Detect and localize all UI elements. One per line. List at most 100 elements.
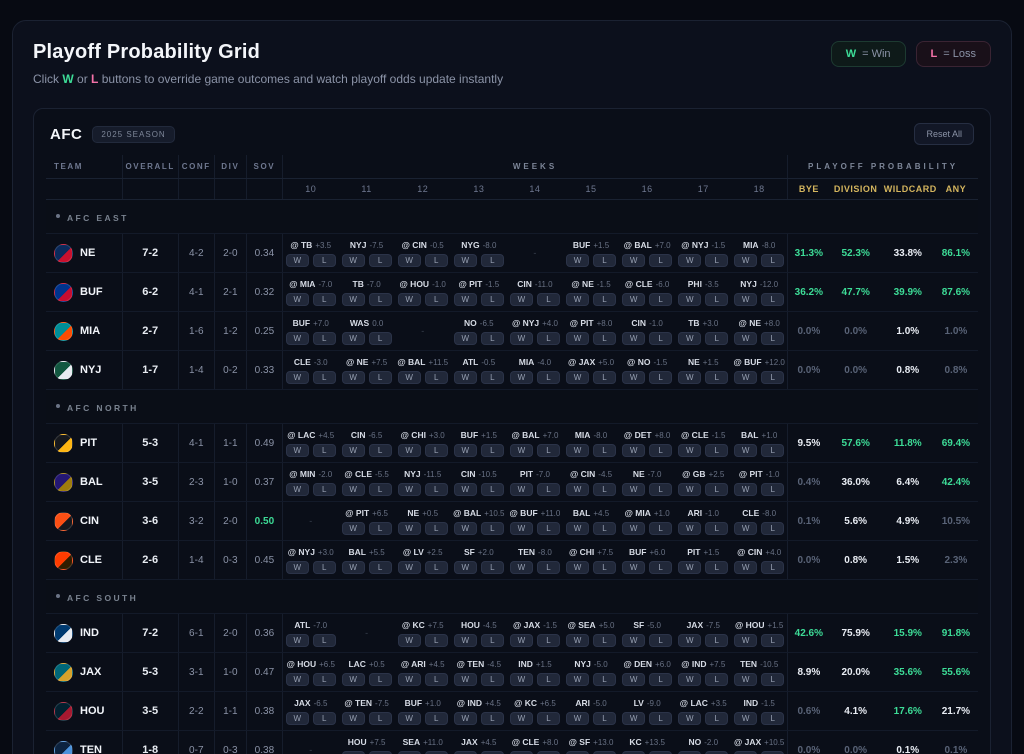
loss-button[interactable]: L	[649, 751, 672, 754]
loss-button[interactable]: L	[649, 522, 672, 535]
win-button[interactable]: W	[622, 522, 645, 535]
loss-button[interactable]: L	[369, 254, 392, 267]
loss-button[interactable]: L	[649, 634, 672, 647]
win-button[interactable]: W	[678, 522, 701, 535]
win-button[interactable]: W	[734, 444, 757, 457]
loss-button[interactable]: L	[425, 712, 448, 725]
win-button[interactable]: W	[734, 522, 757, 535]
loss-button[interactable]: L	[481, 444, 504, 457]
win-button[interactable]: W	[454, 751, 477, 754]
win-button[interactable]: W	[342, 293, 365, 306]
win-button[interactable]: W	[286, 254, 309, 267]
loss-button[interactable]: L	[761, 673, 784, 686]
loss-button[interactable]: L	[369, 673, 392, 686]
loss-button[interactable]: L	[369, 712, 392, 725]
loss-button[interactable]: L	[705, 371, 728, 384]
win-button[interactable]: W	[734, 371, 757, 384]
win-button[interactable]: W	[286, 444, 309, 457]
win-button[interactable]: W	[566, 561, 589, 574]
loss-button[interactable]: L	[593, 712, 616, 725]
loss-button[interactable]: L	[313, 483, 336, 496]
win-button[interactable]: W	[342, 371, 365, 384]
win-button[interactable]: W	[342, 522, 365, 535]
win-button[interactable]: W	[510, 634, 533, 647]
win-button[interactable]: W	[678, 371, 701, 384]
loss-button[interactable]: L	[537, 673, 560, 686]
win-button[interactable]: W	[734, 673, 757, 686]
loss-button[interactable]: L	[481, 483, 504, 496]
win-button[interactable]: W	[510, 483, 533, 496]
win-button[interactable]: W	[454, 332, 477, 345]
loss-button[interactable]: L	[593, 634, 616, 647]
loss-button[interactable]: L	[649, 371, 672, 384]
loss-button[interactable]: L	[705, 254, 728, 267]
loss-button[interactable]: L	[481, 673, 504, 686]
loss-button[interactable]: L	[537, 371, 560, 384]
loss-button[interactable]: L	[537, 634, 560, 647]
loss-button[interactable]: L	[369, 371, 392, 384]
win-button[interactable]: W	[510, 561, 533, 574]
loss-button[interactable]: L	[705, 293, 728, 306]
loss-button[interactable]: L	[537, 561, 560, 574]
win-button[interactable]: W	[510, 332, 533, 345]
win-button[interactable]: W	[454, 712, 477, 725]
win-button[interactable]: W	[734, 254, 757, 267]
loss-button[interactable]: L	[313, 293, 336, 306]
win-button[interactable]: W	[734, 483, 757, 496]
loss-button[interactable]: L	[593, 751, 616, 754]
win-button[interactable]: W	[454, 371, 477, 384]
loss-button[interactable]: L	[481, 561, 504, 574]
loss-button[interactable]: L	[537, 522, 560, 535]
win-button[interactable]: W	[286, 293, 309, 306]
loss-button[interactable]: L	[649, 673, 672, 686]
win-button[interactable]: W	[342, 712, 365, 725]
loss-button[interactable]: L	[761, 634, 784, 647]
reset-all-button[interactable]: Reset All	[914, 123, 974, 145]
win-button[interactable]: W	[286, 634, 309, 647]
win-button[interactable]: W	[398, 483, 421, 496]
win-button[interactable]: W	[566, 332, 589, 345]
loss-button[interactable]: L	[425, 483, 448, 496]
win-button[interactable]: W	[398, 751, 421, 754]
loss-button[interactable]: L	[425, 673, 448, 686]
win-button[interactable]: W	[678, 293, 701, 306]
win-button[interactable]: W	[286, 371, 309, 384]
win-button[interactable]: W	[566, 293, 589, 306]
loss-button[interactable]: L	[369, 522, 392, 535]
loss-button[interactable]: L	[705, 522, 728, 535]
loss-button[interactable]: L	[593, 254, 616, 267]
win-button[interactable]: W	[286, 712, 309, 725]
win-button[interactable]: W	[678, 561, 701, 574]
loss-button[interactable]: L	[537, 444, 560, 457]
loss-button[interactable]: L	[649, 483, 672, 496]
win-button[interactable]: W	[342, 673, 365, 686]
loss-button[interactable]: L	[313, 673, 336, 686]
loss-button[interactable]: L	[761, 522, 784, 535]
win-button[interactable]: W	[342, 561, 365, 574]
win-button[interactable]: W	[510, 673, 533, 686]
win-button[interactable]: W	[622, 444, 645, 457]
loss-button[interactable]: L	[537, 483, 560, 496]
loss-button[interactable]: L	[313, 634, 336, 647]
win-button[interactable]: W	[622, 712, 645, 725]
loss-button[interactable]: L	[481, 254, 504, 267]
win-button[interactable]: W	[566, 254, 589, 267]
win-button[interactable]: W	[342, 444, 365, 457]
loss-button[interactable]: L	[705, 332, 728, 345]
win-button[interactable]: W	[566, 634, 589, 647]
win-button[interactable]: W	[622, 254, 645, 267]
loss-button[interactable]: L	[369, 751, 392, 754]
win-button[interactable]: W	[454, 673, 477, 686]
win-button[interactable]: W	[286, 332, 309, 345]
loss-button[interactable]: L	[593, 561, 616, 574]
win-button[interactable]: W	[678, 332, 701, 345]
loss-button[interactable]: L	[425, 254, 448, 267]
win-button[interactable]: W	[734, 712, 757, 725]
win-button[interactable]: W	[678, 483, 701, 496]
win-button[interactable]: W	[566, 751, 589, 754]
loss-button[interactable]: L	[481, 332, 504, 345]
loss-button[interactable]: L	[761, 371, 784, 384]
loss-button[interactable]: L	[313, 712, 336, 725]
win-button[interactable]: W	[622, 483, 645, 496]
loss-button[interactable]: L	[761, 561, 784, 574]
